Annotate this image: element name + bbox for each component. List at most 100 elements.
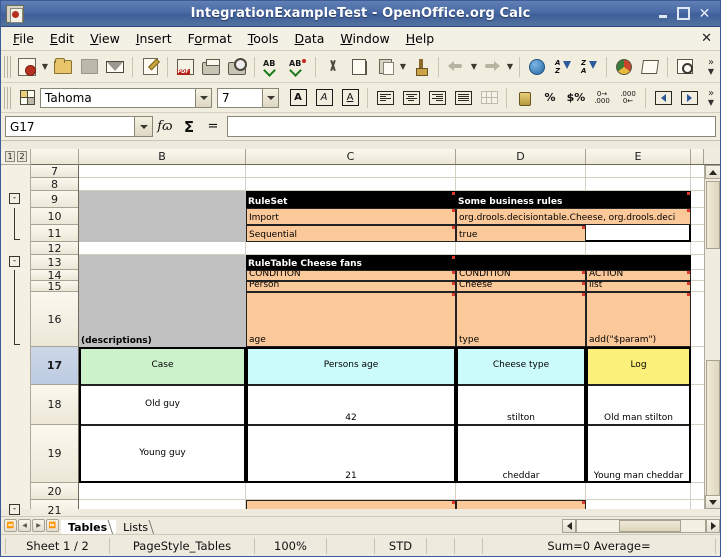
- grid-cell-D12[interactable]: [456, 242, 586, 255]
- sort-ascending-icon[interactable]: AZ: [551, 55, 575, 79]
- grid-cell-D8[interactable]: [456, 178, 586, 191]
- horizontal-scroll-track[interactable]: [576, 519, 706, 533]
- cell-C9[interactable]: RuleSet: [246, 191, 456, 208]
- grid-cell-E11[interactable]: [586, 225, 691, 242]
- cell-C19[interactable]: 21: [246, 425, 456, 483]
- grid-cell-B7[interactable]: [79, 165, 246, 178]
- formatting-toolbar-overflow-button[interactable]: » ▼: [704, 84, 720, 112]
- column-header-b[interactable]: B: [79, 149, 246, 164]
- cell-C17[interactable]: Persons age: [246, 347, 456, 385]
- row-header-10[interactable]: 10: [31, 208, 78, 225]
- font-size-combo[interactable]: 7: [217, 88, 279, 108]
- row-header-7[interactable]: 7: [31, 165, 78, 178]
- cell-D18[interactable]: stilton: [456, 385, 586, 425]
- menu-data[interactable]: Data: [287, 29, 333, 48]
- menu-help[interactable]: Help: [398, 29, 443, 48]
- vertical-scroll-thumb[interactable]: [706, 360, 720, 502]
- cell-B18[interactable]: Old guy: [79, 385, 246, 425]
- previous-sheet-button[interactable]: ◀: [18, 519, 31, 532]
- menu-insert[interactable]: Insert: [128, 29, 180, 48]
- open-folder-icon[interactable]: [51, 55, 75, 79]
- cell-C14[interactable]: CONDITION: [246, 270, 456, 281]
- row-header-20[interactable]: 20: [31, 483, 78, 500]
- cell-D15[interactable]: Cheese: [456, 281, 586, 292]
- cut-icon[interactable]: [321, 55, 345, 79]
- row-header-15[interactable]: 15: [31, 281, 78, 292]
- scroll-right-button[interactable]: [706, 519, 720, 533]
- cell-C11[interactable]: Sequential: [246, 225, 456, 242]
- email-document-icon[interactable]: [103, 55, 127, 79]
- grid-cell-C12[interactable]: [246, 242, 456, 255]
- cell-C18[interactable]: 42: [246, 385, 456, 425]
- cell-B17[interactable]: Case: [79, 347, 246, 385]
- vertical-scrollbar[interactable]: [704, 165, 720, 509]
- cell-D10[interactable]: org.drools.decisiontable.Cheese, org.dro…: [456, 208, 691, 225]
- paste-icon[interactable]: [373, 55, 397, 79]
- maximize-button[interactable]: [676, 6, 691, 21]
- select-all-corner[interactable]: [31, 149, 79, 165]
- column-header-f[interactable]: [691, 149, 704, 164]
- cell-D16[interactable]: type: [456, 292, 586, 347]
- cell-reference-dropdown-caret[interactable]: [134, 117, 152, 136]
- grid-cell-D20[interactable]: [456, 483, 586, 500]
- grid-cell-B21[interactable]: [79, 500, 246, 509]
- new-document-dropdown-caret[interactable]: ▼: [40, 62, 50, 71]
- cell-D21[interactable]: java.util.List list: [456, 500, 586, 509]
- column-header-d[interactable]: D: [456, 149, 586, 164]
- status-zoom[interactable]: 100%: [255, 538, 327, 554]
- undo-icon[interactable]: [444, 55, 468, 79]
- font-size-dropdown-caret[interactable]: [262, 89, 278, 107]
- cell-C10[interactable]: Import: [246, 208, 456, 225]
- row-header-11[interactable]: 11: [31, 225, 78, 242]
- grid-cell-D7[interactable]: [456, 165, 586, 178]
- cell-C16[interactable]: age: [246, 292, 456, 347]
- sheet-tab-tables[interactable]: Tables: [61, 520, 116, 535]
- italic-button[interactable]: A: [312, 86, 336, 110]
- find-replace-icon[interactable]: [673, 55, 697, 79]
- redo-icon[interactable]: [480, 55, 504, 79]
- grid-cell-B12[interactable]: [79, 242, 246, 255]
- menu-edit[interactable]: Edit: [42, 29, 82, 48]
- row-header-19[interactable]: 19: [31, 425, 78, 483]
- cell-E15[interactable]: list: [586, 281, 691, 292]
- equals-icon[interactable]: =: [201, 119, 225, 134]
- font-name-combo[interactable]: Tahoma: [40, 88, 212, 108]
- spelling-check-icon[interactable]: [260, 55, 284, 79]
- close-document-button[interactable]: ✕: [701, 31, 712, 46]
- last-sheet-button[interactable]: ⏩: [46, 519, 59, 532]
- row-header-9[interactable]: 9: [31, 191, 78, 208]
- vertical-scroll-thumb-upper[interactable]: [706, 181, 720, 249]
- row-header-12[interactable]: 12: [31, 242, 78, 255]
- grid-cell-B20[interactable]: [79, 483, 246, 500]
- status-selection-mode[interactable]: STD: [375, 538, 427, 554]
- draw-functions-icon[interactable]: [638, 55, 662, 79]
- menu-format[interactable]: Format: [180, 29, 240, 48]
- next-sheet-button[interactable]: ▶: [32, 519, 45, 532]
- undo-dropdown-caret[interactable]: ▼: [469, 62, 479, 71]
- scroll-left-button[interactable]: [562, 519, 576, 533]
- grid-cell-C8[interactable]: [246, 178, 456, 191]
- currency-number-format-icon[interactable]: $%: [564, 86, 588, 110]
- outline-level-1-button[interactable]: 1: [5, 151, 15, 162]
- underline-button[interactable]: A: [338, 86, 362, 110]
- cell-reference-box[interactable]: G17: [5, 116, 153, 137]
- scroll-down-button[interactable]: [705, 495, 721, 509]
- horizontal-scrollbar[interactable]: [562, 518, 720, 534]
- column-header-c[interactable]: C: [246, 149, 456, 164]
- hyperlink-icon[interactable]: [525, 55, 549, 79]
- increase-indent-icon[interactable]: [677, 86, 701, 110]
- scroll-up-button[interactable]: [705, 165, 721, 179]
- cell-D9[interactable]: Some business rules: [456, 191, 691, 208]
- function-wizard-icon[interactable]: fɷ: [153, 119, 177, 134]
- outline-collapse-button-ruleset[interactable]: -: [9, 193, 20, 204]
- cell-C15[interactable]: Person: [246, 281, 456, 292]
- row-header-8[interactable]: 8: [31, 178, 78, 191]
- clone-formatting-icon[interactable]: [409, 55, 433, 79]
- minimize-button[interactable]: [655, 6, 670, 21]
- menu-tools[interactable]: Tools: [240, 29, 287, 48]
- cell-E14[interactable]: ACTION: [586, 270, 691, 281]
- percent-format-icon[interactable]: %: [538, 86, 562, 110]
- cell-D14[interactable]: CONDITION: [456, 270, 586, 281]
- autospellcheck-icon[interactable]: [286, 55, 310, 79]
- grid-cell-B8[interactable]: [79, 178, 246, 191]
